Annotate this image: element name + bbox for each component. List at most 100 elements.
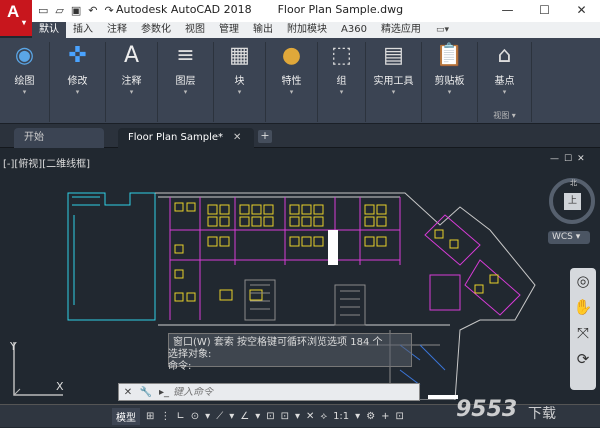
tool-group[interactable]: ⬚ 组 ▾ (318, 42, 366, 122)
close-button[interactable]: ✕ (563, 0, 600, 22)
redo-icon[interactable]: ↷ (105, 4, 114, 17)
status-item-15[interactable]: ▾ (355, 411, 360, 422)
tool-clipboard[interactable]: 📋 剪贴板 ▾ (422, 42, 478, 122)
tool-label: 基点 (494, 76, 515, 87)
status-item-10[interactable]: ⊡ (281, 411, 289, 422)
ucs-icon: Y X (9, 340, 64, 396)
viewport-close-button[interactable]: ✕ (577, 154, 585, 164)
status-item-4[interactable]: ▾ (205, 411, 210, 422)
command-prompt-icon[interactable]: ▸_ (155, 387, 173, 398)
viewcube-top-face[interactable]: 上 (564, 193, 581, 210)
document-tab[interactable]: Floor Plan Sample* ✕ (118, 128, 254, 148)
viewport-label[interactable]: [-][俯视][二维线框] (3, 155, 90, 170)
status-item-18[interactable]: ⊡ (396, 411, 404, 422)
chevron-down-icon: ▾ (22, 18, 27, 27)
tool-annotation[interactable]: A 注释 ▾ (106, 42, 158, 122)
tool-label: 绘图 (14, 76, 35, 87)
tab-1[interactable]: 插入 (66, 22, 100, 38)
viewport-controls: — ☐ ✕ (550, 154, 585, 164)
pan-icon[interactable]: ✋ (570, 294, 596, 320)
chevron-down-icon[interactable]: ▾ (266, 88, 317, 96)
file-name: Floor Plan Sample.dwg (277, 3, 404, 16)
status-item-2[interactable]: ∟ (176, 411, 184, 422)
tool-properties[interactable]: ● 特性 ▾ (266, 42, 318, 122)
ucs-x-label: X (56, 380, 64, 393)
save-icon[interactable]: ▣ (71, 4, 81, 17)
tool-label: 实用工具 (373, 76, 414, 87)
wcs-dropdown[interactable]: WCS ▾ (548, 231, 590, 244)
document-tab-label: 开始 (24, 132, 44, 143)
ribbon-toggle-button[interactable]: ▭▾ (436, 25, 449, 35)
chevron-down-icon[interactable]: ▾ (0, 88, 49, 96)
viewport-minimize-button[interactable]: — (550, 154, 559, 164)
close-icon[interactable]: ✕ (233, 132, 241, 143)
tab-0[interactable]: 默认 (32, 22, 66, 38)
chevron-down-icon[interactable]: ▾ (106, 88, 157, 96)
tab-5[interactable]: 管理 (212, 22, 246, 38)
chevron-down-icon[interactable]: ▾ (318, 88, 365, 96)
tool-modify[interactable]: ✜ 修改 ▾ (50, 42, 106, 122)
north-label: 北 (570, 179, 577, 187)
document-tab[interactable]: 开始 (14, 128, 104, 148)
tool-block[interactable]: ▦ 块 ▾ (214, 42, 266, 122)
status-item-13[interactable]: ⟡ (320, 411, 327, 422)
status-item-6[interactable]: ▾ (229, 411, 234, 422)
orbit-icon[interactable]: ⟳ (570, 346, 596, 372)
application-menu-button[interactable]: A ▾ (0, 0, 32, 36)
history-line: 命令: (168, 361, 192, 372)
model-tab[interactable]: 模型 (112, 407, 140, 425)
open-file-icon[interactable]: ▱ (55, 4, 63, 17)
viewport-restore-button[interactable]: ☐ (564, 154, 572, 164)
undo-icon[interactable]: ↶ (88, 4, 97, 17)
tab-9[interactable]: 精选应用 (374, 22, 428, 38)
draw-icon: ◉ (14, 43, 35, 68)
zoom-icon[interactable]: ⤧ (570, 320, 596, 346)
wrench-icon[interactable]: 🔧 (137, 387, 155, 398)
tab-7[interactable]: 附加模块 (280, 22, 334, 38)
close-icon[interactable]: ✕ (119, 387, 137, 398)
tab-8[interactable]: A360 (334, 22, 374, 38)
tool-label: 图层 (175, 76, 196, 87)
tab-2[interactable]: 注释 (100, 22, 134, 38)
command-input[interactable] (173, 386, 363, 398)
chevron-down-icon[interactable]: ▾ (422, 88, 477, 96)
properties-icon: ● (281, 43, 302, 68)
chevron-down-icon[interactable]: ▾ (158, 88, 213, 96)
status-item-5[interactable]: ⟋ (216, 411, 223, 422)
window-controls: — ☐ ✕ (489, 0, 600, 22)
status-item-0[interactable]: ⊞ (146, 411, 154, 422)
layers-icon: ≡ (176, 43, 195, 68)
tool-basepoint[interactable]: ⌂ 基点 ▾ 视图 ▾ (478, 42, 532, 122)
status-item-1[interactable]: ⋮ (160, 411, 170, 422)
viewcube[interactable]: 北 上 (549, 178, 595, 224)
chevron-down-icon[interactable]: ▾ (366, 88, 421, 96)
tool-layers[interactable]: ≡ 图层 ▾ (158, 42, 214, 122)
status-item-7[interactable]: ∠ (240, 411, 249, 422)
status-item-17[interactable]: + (381, 411, 389, 422)
status-item-14[interactable]: 1:1 (333, 411, 349, 422)
status-item-8[interactable]: ▾ (255, 411, 260, 422)
status-item-12[interactable]: ✕ (306, 411, 314, 422)
tab-6[interactable]: 输出 (246, 22, 280, 38)
status-item-11[interactable]: ▾ (295, 411, 300, 422)
tab-4[interactable]: 视图 (178, 22, 212, 38)
tool-utilities[interactable]: ▤ 实用工具 ▾ (366, 42, 422, 122)
tool-draw[interactable]: ◉ 绘图 ▾ (0, 42, 50, 122)
chevron-down-icon[interactable]: ▾ (50, 88, 105, 96)
status-item-9[interactable]: ⊡ (266, 411, 274, 422)
quick-access-toolbar: ▭ ▱ ▣ ↶ ↷ (38, 4, 114, 17)
minimize-button[interactable]: — (489, 0, 526, 22)
app-name: Autodesk AutoCAD 2018 (116, 3, 252, 16)
steeringwheel-icon[interactable]: ◎ (570, 268, 596, 294)
chevron-down-icon[interactable]: ▾ (214, 88, 265, 96)
view-panel-label[interactable]: 视图 ▾ (478, 110, 531, 121)
new-tab-button[interactable]: + (258, 130, 272, 143)
status-item-16[interactable]: ⚙ (366, 411, 375, 422)
status-item-3[interactable]: ⊙ (191, 411, 199, 422)
basepoint-icon: ⌂ (497, 43, 512, 68)
tab-3[interactable]: 参数化 (134, 22, 178, 38)
chevron-down-icon[interactable]: ▾ (478, 88, 531, 96)
new-file-icon[interactable]: ▭ (38, 4, 48, 17)
maximize-button[interactable]: ☐ (526, 0, 563, 22)
tool-label: 组 (336, 76, 347, 87)
